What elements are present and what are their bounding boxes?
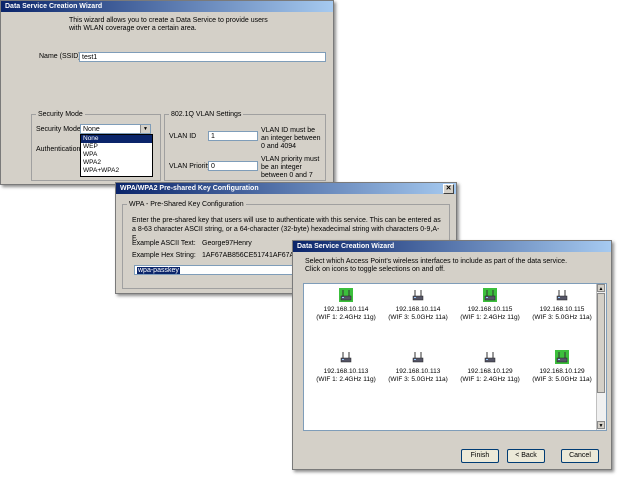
access-point-icon[interactable] [483,288,497,302]
psk-group-title: WPA - Pre-Shared Key Configuration [129,201,244,208]
access-point-ip: 192.168.10.129 [539,368,585,375]
access-point-ip: 192.168.10.114 [323,306,369,313]
window-title-bar[interactable]: Data Service Creation Wizard [1,1,333,12]
window-title: Data Service Creation Wizard [297,243,395,250]
psk-input[interactable]: wpa-passkey [134,265,294,275]
vlan-priority-label: VLAN Priority [169,163,212,170]
window-title: WPA/WPA2 Pre-shared Key Configuration [120,185,259,192]
access-point-item[interactable]: 192.168.10.129 (WIF 3: 5.0GHz 11a) [526,350,598,384]
dropdown-option[interactable]: WEP [81,143,152,151]
ssid-input[interactable]: test1 [79,52,326,62]
access-point-item[interactable]: 192.168.10.129 (WIF 1: 2.4GHz 11g) [454,350,526,384]
access-point-list: 192.168.10.114 (WIF 1: 2.4GHz 11g) 192.168… [303,283,607,431]
scroll-down-button[interactable]: ▼ [597,421,605,429]
vlan-id-input[interactable]: 1 [208,131,258,141]
dropdown-option[interactable]: WPA2 [81,159,152,167]
vlan-priority-hint: VLAN priority must be an integer between… [261,156,320,179]
security-mode-value: None [83,126,100,133]
window-title: Data Service Creation Wizard [5,3,103,10]
access-point-icon[interactable] [411,350,425,364]
security-mode-label: Security Mode [36,126,81,133]
access-point-interface: (WIF 1: 2.4GHz 11g) [460,376,520,383]
window-title-bar[interactable]: WPA/WPA2 Pre-shared Key Configuration ✕ [116,183,456,194]
access-point-interface: (WIF 1: 2.4GHz 11g) [460,314,520,321]
access-point-ip: 192.168.10.113 [323,368,369,375]
access-point-interface: (WIF 1: 2.4GHz 11g) [316,376,376,383]
authentication-label: Authentication [36,146,81,153]
cancel-button[interactable]: Cancel [561,449,599,463]
security-mode-group-title: Security Mode [38,111,83,118]
dropdown-option[interactable]: None [81,135,152,143]
access-point-item[interactable]: 192.168.10.115 (WIF 3: 5.0GHz 11a) [526,288,598,322]
access-point-icon[interactable] [339,350,353,364]
access-point-icon[interactable] [555,350,569,364]
vlan-id-label: VLAN ID [169,133,197,140]
security-mode-select[interactable]: None ▼ [80,124,151,134]
close-button[interactable]: ✕ [443,184,454,194]
access-point-item[interactable]: 192.168.10.114 (WIF 3: 5.0GHz 11a) [382,288,454,322]
vlan-priority-input[interactable]: 0 [208,161,258,171]
access-point-interface: (WIF 3: 5.0GHz 11a) [388,314,448,321]
access-point-item[interactable]: 192.168.10.113 (WIF 1: 2.4GHz 11g) [310,350,382,384]
access-point-icon[interactable] [555,288,569,302]
scroll-thumb[interactable] [597,293,605,393]
access-point-item[interactable]: 192.168.10.113 (WIF 3: 5.0GHz 11a) [382,350,454,384]
access-point-icon[interactable] [483,350,497,364]
psk-value: wpa-passkey [137,267,180,274]
ap-selection-wizard-window: Data Service Creation Wizard Select whic… [292,240,612,470]
ap-selection-description: Select which Access Point's wireless int… [305,258,568,273]
access-point-interface: (WIF 3: 5.0GHz 11a) [532,376,592,383]
access-point-interface: (WIF 1: 2.4GHz 11g) [316,314,376,321]
chevron-down-icon[interactable]: ▼ [140,125,150,133]
scroll-up-button[interactable]: ▲ [597,284,605,292]
access-point-item[interactable]: 192.168.10.114 (WIF 1: 2.4GHz 11g) [310,288,382,322]
security-mode-dropdown-list: None WEP WPA WPA2 WPA+WPA2 [80,134,153,177]
psk-description: Enter the pre-shared key that users will… [132,217,441,242]
access-point-icon[interactable] [339,288,353,302]
wizard-intro-text: This wizard allows you to create a Data … [69,17,268,32]
vlan-id-hint: VLAN ID must be an integer between 0 and… [261,127,321,150]
dropdown-option[interactable]: WPA+WPA2 [81,167,152,175]
finish-button[interactable]: Finish [461,449,499,463]
access-point-ip: 192.168.10.114 [395,306,441,313]
example-ascii-label: Example ASCII Text: [132,240,196,247]
example-hex-label: Example Hex String: [132,252,196,259]
access-point-ip: 192.168.10.115 [467,306,513,313]
example-ascii-value: George97Henry [202,240,252,247]
close-icon: ✕ [445,185,452,192]
scrollbar[interactable]: ▲ ▼ [596,284,606,430]
access-point-interface: (WIF 3: 5.0GHz 11a) [532,314,592,321]
data-service-wizard-window: Data Service Creation Wizard This wizard… [0,0,334,185]
back-button[interactable]: < Back [507,449,545,463]
access-point-ip: 192.168.10.115 [539,306,585,313]
window-title-bar[interactable]: Data Service Creation Wizard [293,241,611,252]
access-point-interface: (WIF 3: 5.0GHz 11a) [388,376,448,383]
access-point-ip: 192.168.10.129 [467,368,513,375]
access-point-ip: 192.168.10.113 [395,368,441,375]
ssid-label: Name (SSID) [39,53,81,60]
vlan-settings-group-title: 802.1Q VLAN Settings [171,111,242,118]
access-point-item[interactable]: 192.168.10.115 (WIF 1: 2.4GHz 11g) [454,288,526,322]
dropdown-option[interactable]: WPA [81,151,152,159]
access-point-icon[interactable] [411,288,425,302]
